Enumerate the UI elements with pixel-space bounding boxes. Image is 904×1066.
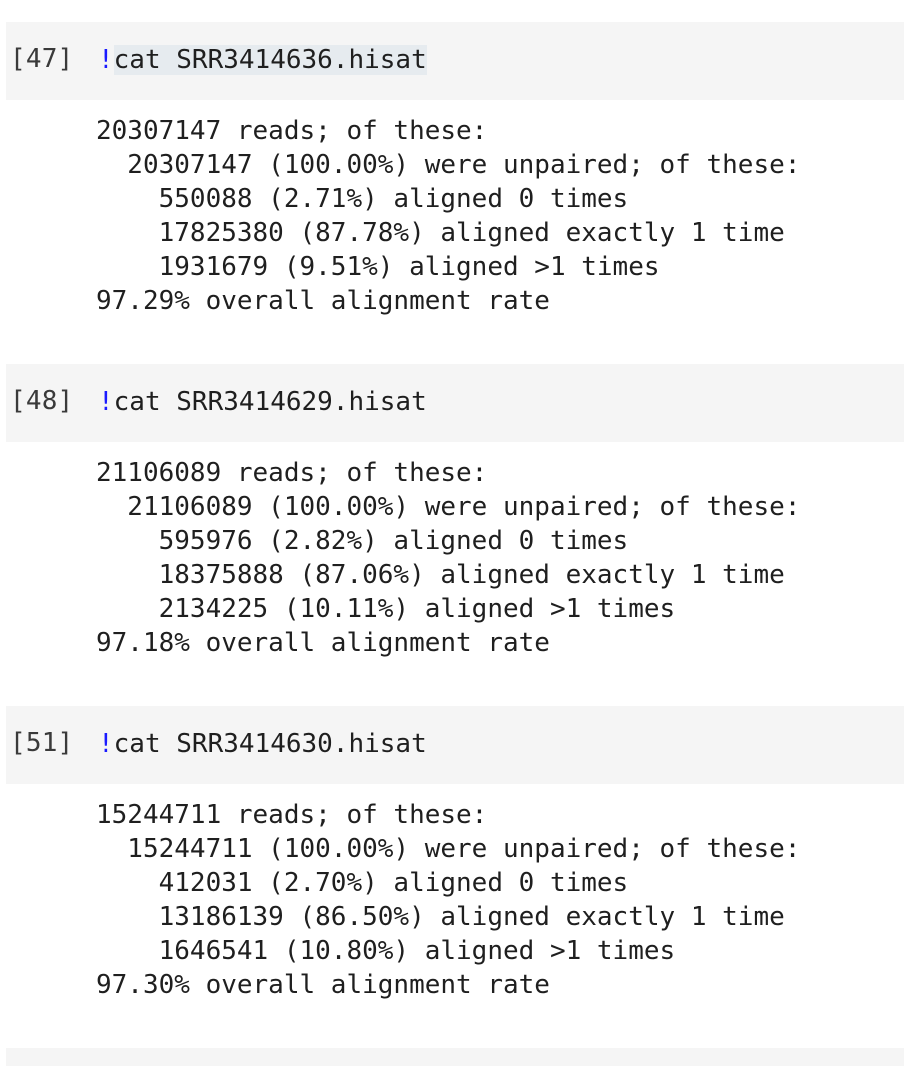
output-line: 97.30% overall alignment rate [96,970,550,1000]
output-line: 17825380 (87.78%) aligned exactly 1 time [96,218,785,248]
cell-output: 21106089 reads; of these: 21106089 (100.… [96,456,800,660]
output-line: 595976 (2.82%) aligned 0 times [96,526,629,556]
output-line: 97.29% overall alignment rate [96,286,550,316]
cell-output: 15244711 reads; of these: 15244711 (100.… [96,798,800,1002]
code-line[interactable]: !cat SRR3414636.hisat [98,43,427,77]
output-line: 15244711 reads; of these: [96,800,488,830]
output-line: 97.18% overall alignment rate [96,628,550,658]
shell-bang: ! [98,729,114,759]
notebook-cell-51[interactable]: [51] !cat SRR3414630.hisat 15244711 read… [0,684,904,1026]
command-text: cat SRR3414636.hisat [113,45,427,75]
shell-bang: ! [98,45,114,75]
output-line: 21106089 reads; of these: [96,458,488,488]
output-line: 20307147 reads; of these: [96,116,488,146]
code-line[interactable]: !cat SRR3414629.hisat [98,385,427,419]
cell-output: 20307147 reads; of these: 20307147 (100.… [96,114,800,318]
output-line: 550088 (2.71%) aligned 0 times [96,184,629,214]
notebook-cell-48[interactable]: [48] !cat SRR3414629.hisat 21106089 read… [0,342,904,684]
output-line: 21106089 (100.00%) were unpaired; of the… [96,492,801,522]
output-line: 13186139 (86.50%) aligned exactly 1 time [96,902,785,932]
notebook-cell-47[interactable]: [47] !cat SRR3414636.hisat 20307147 read… [0,0,904,342]
execution-count: [51] [10,728,74,758]
code-line[interactable]: !cat SRR3414630.hisat [98,727,427,761]
next-cell-input-area[interactable] [6,1048,904,1066]
output-line: 1931679 (9.51%) aligned >1 times [96,252,660,282]
output-line: 15244711 (100.00%) were unpaired; of the… [96,834,801,864]
execution-count: [47] [10,44,74,74]
output-line: 18375888 (87.06%) aligned exactly 1 time [96,560,785,590]
output-line: 1646541 (10.80%) aligned >1 times [96,936,676,966]
output-line: 412031 (2.70%) aligned 0 times [96,868,629,898]
output-line: 2134225 (10.11%) aligned >1 times [96,594,676,624]
output-line: 20307147 (100.00%) were unpaired; of the… [96,150,801,180]
command-text: cat SRR3414629.hisat [113,387,427,417]
execution-count: [48] [10,386,74,416]
command-text: cat SRR3414630.hisat [113,729,427,759]
shell-bang: ! [98,387,114,417]
